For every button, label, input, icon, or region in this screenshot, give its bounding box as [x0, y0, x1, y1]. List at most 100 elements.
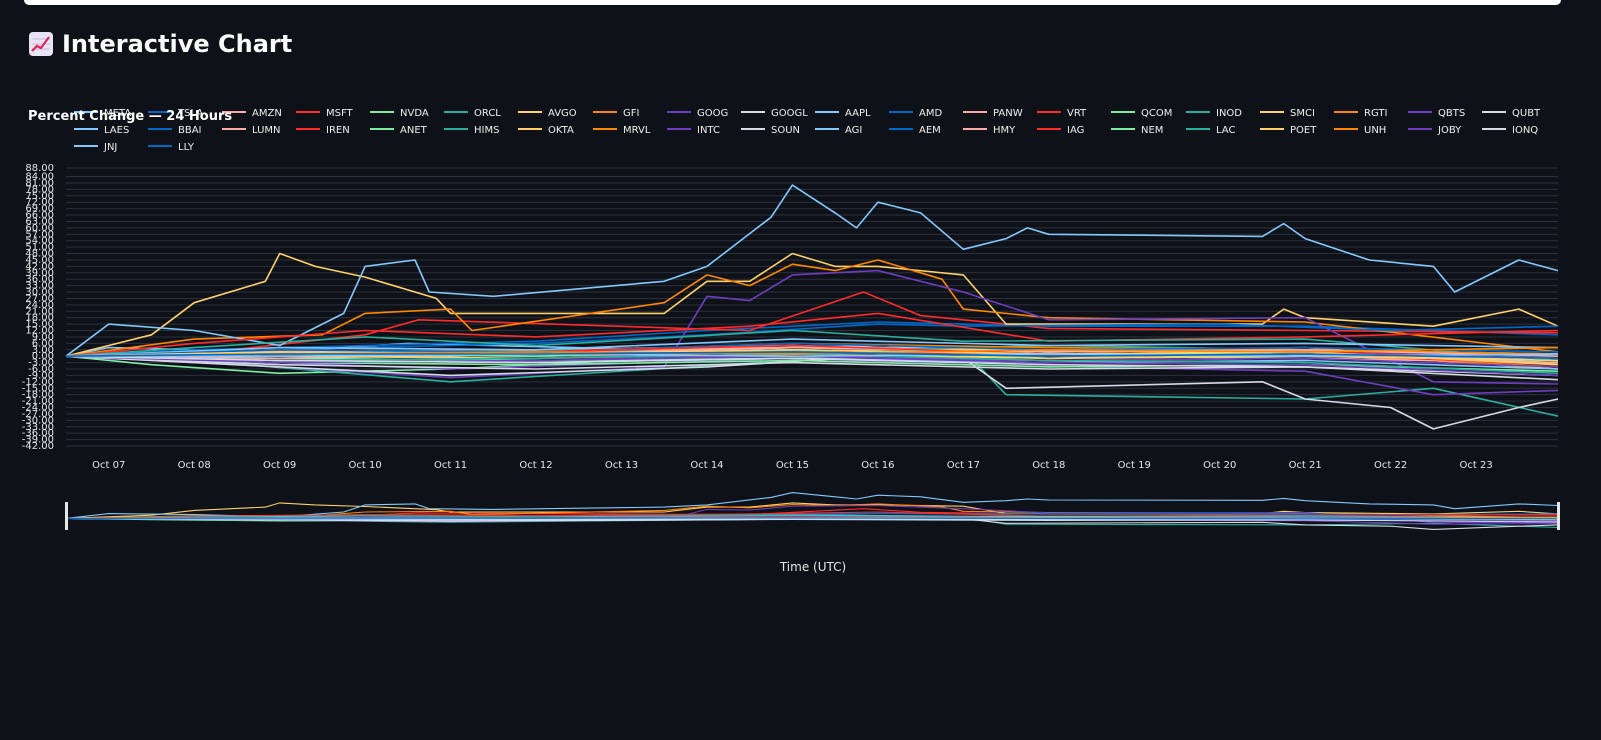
legend-label: JOBY: [1437, 125, 1462, 136]
legend-item-panw[interactable]: PANW: [963, 108, 1023, 119]
x-tick-label: Oct 08: [178, 460, 211, 471]
x-tick-label: Oct 10: [349, 460, 382, 471]
x-tick-label: Oct 11: [434, 460, 467, 471]
legend-item-qubt[interactable]: QUBT: [1482, 108, 1541, 119]
legend-item-laes[interactable]: LAES: [74, 125, 129, 136]
legend-label: JNJ: [103, 142, 117, 153]
legend-item-amd[interactable]: AMD: [889, 108, 942, 119]
legend-label: LAES: [104, 125, 129, 136]
legend-item-anet[interactable]: ANET: [370, 125, 428, 136]
x-tick-label: Oct 12: [519, 460, 552, 471]
legend-item-unh[interactable]: UNH: [1334, 125, 1386, 136]
legend-item-rgti[interactable]: RGTI: [1334, 108, 1387, 119]
legend-label: AMD: [919, 108, 942, 119]
x-axis-ticks: Oct 07 Oct 08 Oct 09 Oct 10 Oct 11 Oct 12 Oct …: [92, 460, 1493, 471]
legend-label: AGI: [845, 125, 862, 136]
x-tick-label: Oct 14: [690, 460, 723, 471]
legend-item-googl[interactable]: GOOGL: [741, 108, 808, 119]
legend-label: IREN: [326, 125, 350, 136]
legend-item-bbai[interactable]: BBAI: [148, 125, 202, 136]
legend-label: HIMS: [474, 125, 499, 136]
chart-title: Percent Change — 24 Hours: [28, 109, 232, 124]
range-slider[interactable]: [65, 488, 1560, 534]
chart-legend[interactable]: META TSLA AMZN MSFT NVDA ORCL AVGO GFI GOOG GOOGL…: [74, 108, 1541, 153]
legend-item-mrvl[interactable]: MRVL: [593, 125, 651, 136]
x-tick-label: Oct 22: [1374, 460, 1407, 471]
legend-item-nem[interactable]: NEM: [1111, 125, 1163, 136]
legend-label: MRVL: [623, 125, 651, 136]
legend-item-joby[interactable]: JOBY: [1408, 125, 1462, 136]
legend-label: INTC: [697, 125, 720, 136]
legend-item-orcl[interactable]: ORCL: [444, 108, 501, 119]
legend-item-lac[interactable]: LAC: [1186, 125, 1235, 136]
x-tick-label: Oct 19: [1118, 460, 1151, 471]
legend-item-okta[interactable]: OKTA: [518, 125, 574, 136]
legend-label: PANW: [993, 108, 1023, 119]
range-slider-right-handle[interactable]: [1557, 502, 1560, 530]
legend-label: BBAI: [178, 125, 202, 136]
legend-label: HMY: [993, 125, 1016, 136]
legend-label: GOOGL: [771, 108, 808, 119]
x-tick-label: Oct 13: [605, 460, 638, 471]
legend-label: GFI: [623, 108, 639, 119]
legend-label: ANET: [400, 125, 428, 136]
y-tick-label: 88.00: [25, 163, 54, 174]
x-tick-label: Oct 15: [776, 460, 809, 471]
legend-label: UNH: [1364, 125, 1386, 136]
legend-label: SMCI: [1290, 108, 1315, 119]
legend-item-hmy[interactable]: HMY: [963, 125, 1016, 136]
legend-item-lumn[interactable]: LUMN: [222, 125, 281, 136]
legend-item-inod[interactable]: INOD: [1186, 108, 1242, 119]
x-tick-label: Oct 16: [861, 460, 894, 471]
legend-item-gfi[interactable]: GFI: [593, 108, 639, 119]
legend-item-qcom[interactable]: QCOM: [1111, 108, 1172, 119]
legend-label: LLY: [178, 142, 195, 153]
legend-item-aem[interactable]: AEM: [889, 125, 941, 136]
legend-item-iag[interactable]: IAG: [1037, 125, 1084, 136]
legend-label: GOOG: [697, 108, 728, 119]
legend-label: IONQ: [1512, 125, 1538, 136]
legend-item-intc[interactable]: INTC: [667, 125, 720, 136]
legend-item-aapl[interactable]: AAPL: [815, 108, 871, 119]
legend-item-msft[interactable]: MSFT: [296, 108, 354, 119]
legend-item-poet[interactable]: POET: [1260, 125, 1317, 136]
legend-item-hims[interactable]: HIMS: [444, 125, 499, 136]
legend-item-ionq[interactable]: IONQ: [1482, 125, 1538, 136]
legend-item-smci[interactable]: SMCI: [1260, 108, 1315, 119]
x-axis-title: Time (UTC): [779, 560, 846, 574]
x-tick-label: Oct 09: [263, 460, 296, 471]
legend-label: QUBT: [1512, 108, 1541, 119]
legend-label: MSFT: [326, 108, 354, 119]
y-axis-ticks: -42.00-39.00-36.00-33.00-30.00-27.00-24.…: [22, 163, 54, 452]
x-tick-label: Oct 18: [1032, 460, 1065, 471]
legend-label: AEM: [919, 125, 941, 136]
legend-label: VRT: [1067, 108, 1087, 119]
line-chart[interactable]: -42.00-39.00-36.00-33.00-30.00-27.00-24.…: [0, 0, 1601, 740]
legend-label: NVDA: [400, 108, 429, 119]
legend-label: AMZN: [252, 108, 282, 119]
legend-item-iren[interactable]: IREN: [296, 125, 350, 136]
legend-label: AAPL: [845, 108, 871, 119]
legend-label: LUMN: [252, 125, 281, 136]
legend-label: NEM: [1141, 125, 1163, 136]
range-slider-left-handle[interactable]: [65, 502, 68, 530]
legend-label: INOD: [1216, 108, 1242, 119]
x-tick-label: Oct 17: [947, 460, 980, 471]
x-tick-label: Oct 07: [92, 460, 125, 471]
legend-item-jnj[interactable]: JNJ: [74, 142, 117, 153]
legend-label: AVGO: [548, 108, 577, 119]
legend-label: QCOM: [1141, 108, 1172, 119]
x-tick-label: Oct 21: [1289, 460, 1322, 471]
legend-item-qbts[interactable]: QBTS: [1408, 108, 1465, 119]
legend-item-avgo[interactable]: AVGO: [518, 108, 577, 119]
legend-item-vrt[interactable]: VRT: [1037, 108, 1087, 119]
legend-item-soun[interactable]: SOUN: [741, 125, 800, 136]
legend-item-nvda[interactable]: NVDA: [370, 108, 429, 119]
legend-label: ORCL: [474, 108, 501, 119]
legend-item-agi[interactable]: AGI: [815, 125, 862, 136]
chart-gridlines: [66, 167, 1558, 447]
legend-label: POET: [1290, 125, 1317, 136]
legend-item-goog[interactable]: GOOG: [667, 108, 728, 119]
legend-item-lly[interactable]: LLY: [148, 142, 195, 153]
legend-label: LAC: [1216, 125, 1235, 136]
